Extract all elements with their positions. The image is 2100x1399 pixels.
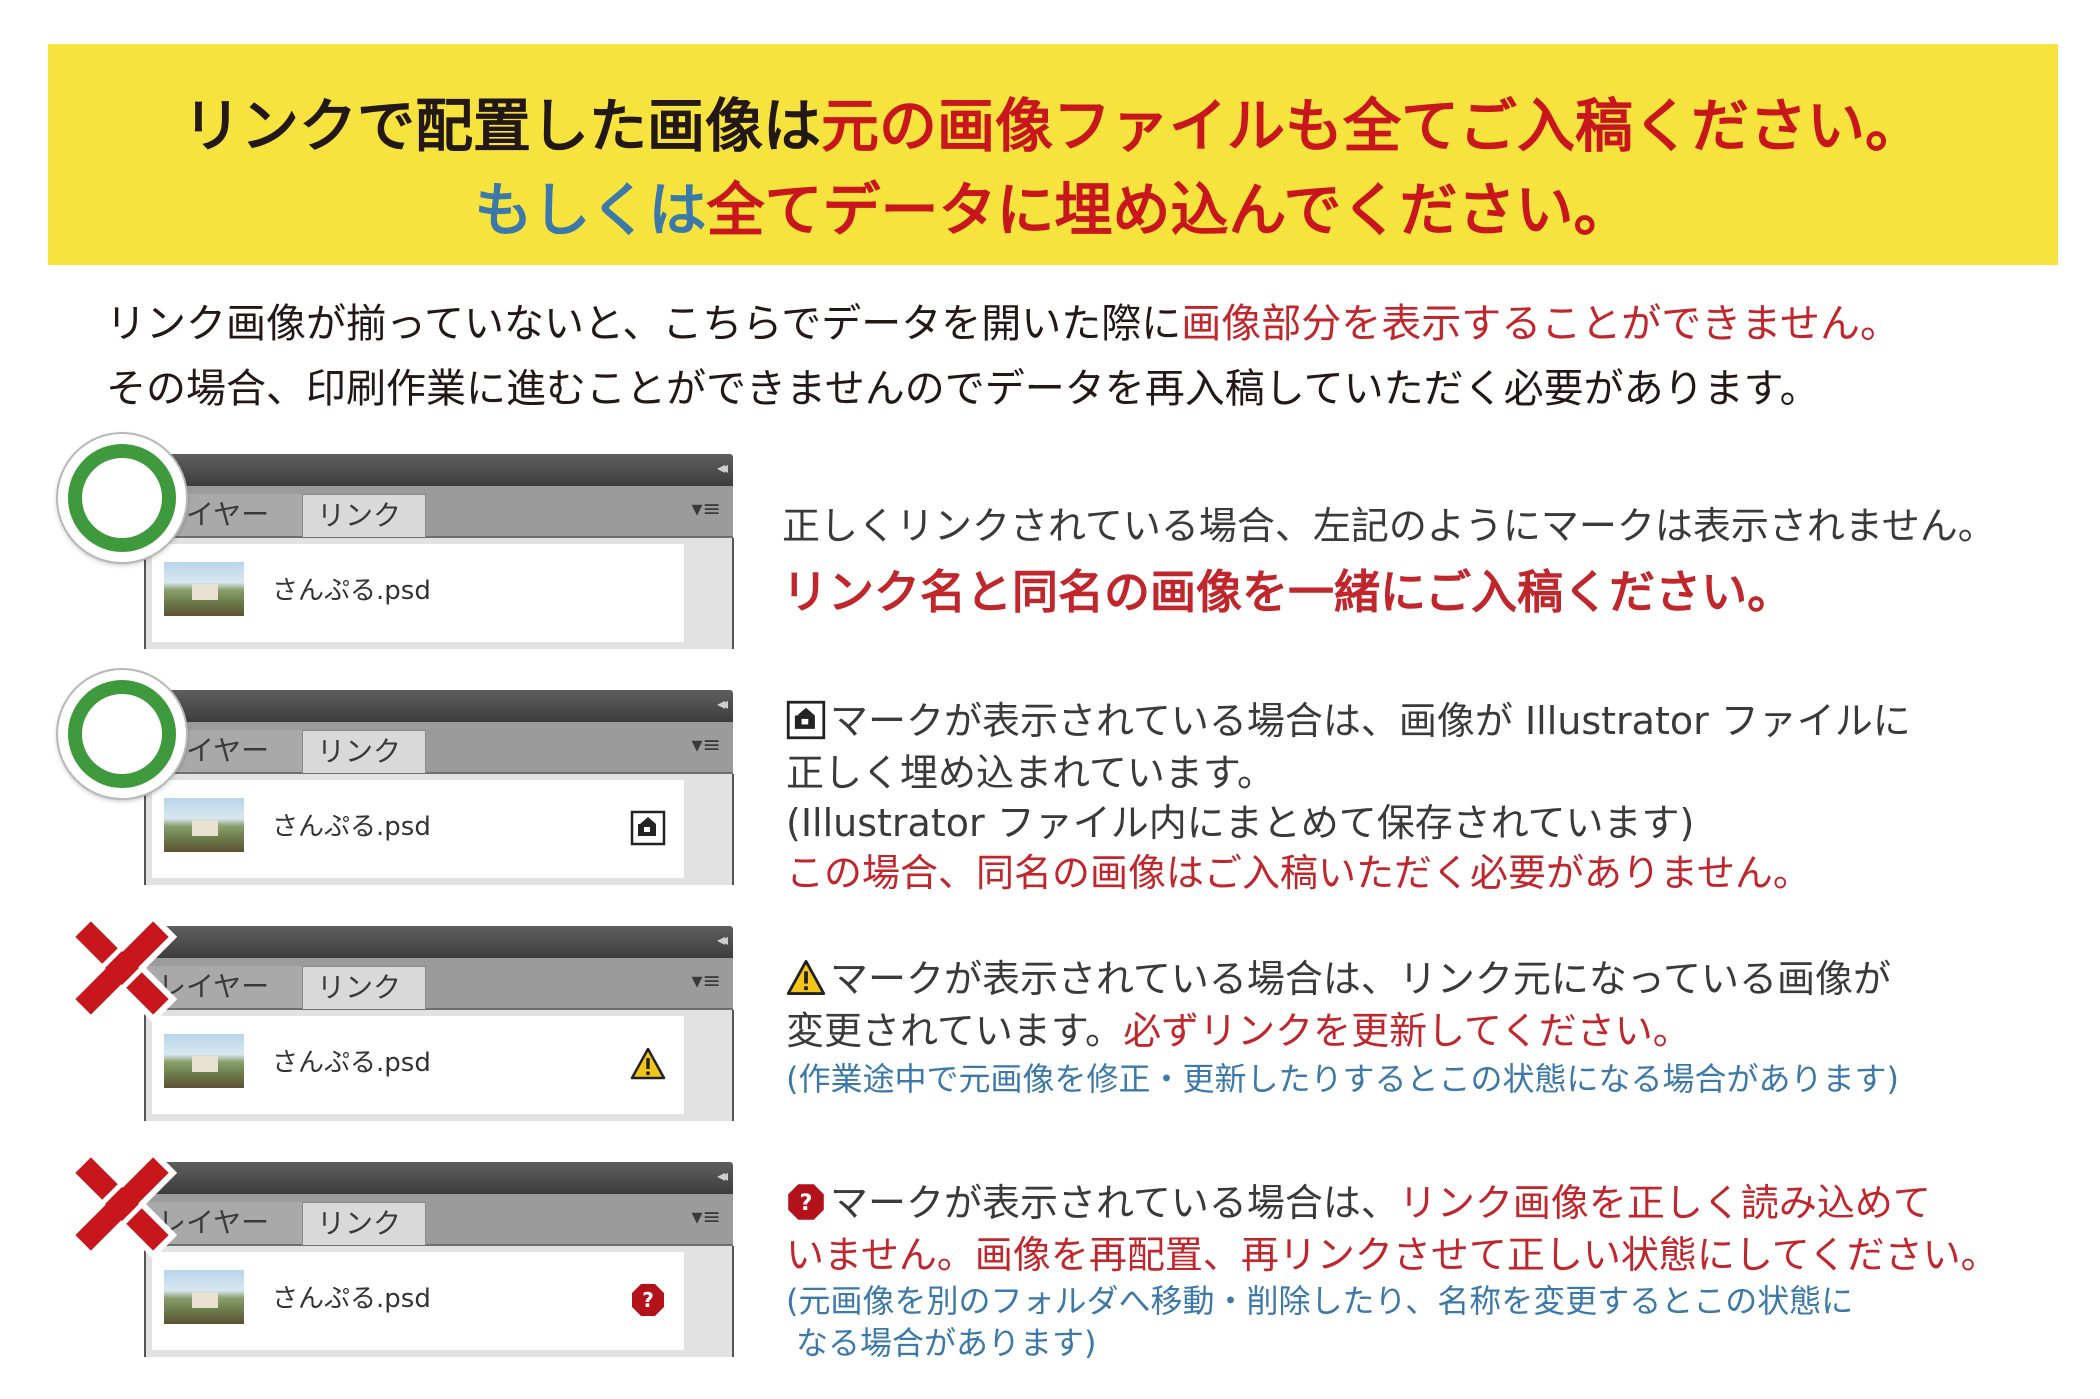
case-1-line-2: リンク名と同名の画像を一緒にご入稿ください。: [782, 565, 1794, 619]
panel-title-bar: ◂◂: [144, 926, 733, 958]
link-file-name[interactable]: さんぷる.psd: [272, 570, 431, 607]
banner-line-1-red: 元の画像ファイルも全てご入稿ください。: [821, 92, 1924, 160]
image-thumbnail: [164, 562, 244, 616]
intro-line-1: リンク画像が揃っていないと、こちらでデータを開いた際に画像部分を表示することがで…: [106, 292, 2036, 357]
link-list: さんぷる.psd ?: [152, 1252, 684, 1350]
svg-text:?: ?: [800, 1190, 813, 1216]
link-file-name[interactable]: さんぷる.psd: [272, 806, 431, 843]
ng-cross-icon: [66, 1148, 178, 1260]
case-3-line-1-text: マークが表示されている場合は、リンク元になっている画像が: [830, 957, 1891, 1001]
case-3-line-2-red: 必ずリンクを更新してください。: [1123, 1009, 1691, 1053]
case-3-line-2: 変更されています。必ずリンクを更新してください。: [786, 1000, 1691, 1055]
case-2-line-1: マークが表示されている場合は、画像が Illustrator ファイルに: [786, 690, 1911, 745]
links-panel-4: ◂◂ レイヤー リンク ▾≡ さんぷる.psd ?: [144, 1162, 734, 1357]
embedded-icon: [630, 810, 666, 846]
tab-links[interactable]: リンク: [302, 494, 426, 537]
case-3-line-3: (作業途中で元画像を修正・更新したりするとこの状態になる場合があります): [786, 1060, 1899, 1098]
missing-link-icon: ?: [788, 1184, 824, 1220]
case-2-line-1-text: マークが表示されている場合は、画像が Illustrator ファイルに: [830, 699, 1911, 743]
embedded-icon: [786, 700, 826, 740]
ok-ring: [68, 444, 176, 552]
case-4-line-4: なる場合があります): [796, 1324, 1097, 1362]
panel-body: さんぷる.psd ?: [144, 1246, 734, 1357]
ok-circle-icon: [58, 670, 186, 798]
links-panel-3: ◂◂ レイヤー リンク ▾≡ さんぷる.psd: [144, 926, 734, 1121]
banner-line-1-black: リンクで配置した画像は: [182, 92, 821, 160]
panel-menu-icon[interactable]: ▾≡: [692, 1204, 721, 1232]
case-2-line-4: この場合、同名の画像はご入稿いただく必要がありません。: [786, 851, 1811, 895]
case-2-line-3: (Illustrator ファイル内にまとめて保存されています): [786, 801, 1695, 845]
intro-line-1-red: 画像部分を表示することができません。: [1181, 301, 1901, 347]
case-4-line-3: (元画像を別のフォルダへ移動・削除したり、名称を変更するとこの状態に: [786, 1282, 1854, 1320]
banner-line-1: リンクで配置した画像は元の画像ファイルも全てご入稿ください。: [48, 87, 2058, 165]
thumbnail-detail: [192, 584, 218, 600]
case-3-line-1: マークが表示されている場合は、リンク元になっている画像が: [786, 948, 1891, 1003]
case-2-line-2: 正しく埋め込まれています。: [786, 751, 1276, 795]
case-3-line-2-black: 変更されています。: [786, 1009, 1124, 1053]
panel-menu-icon[interactable]: ▾≡: [692, 732, 721, 760]
warning-icon: [786, 959, 826, 995]
banner-line-2-blue: もしくは: [474, 176, 707, 244]
panel-title-bar: ◂◂: [144, 454, 733, 486]
panel-body: さんぷる.psd: [144, 1010, 734, 1121]
panel-scrollbar[interactable]: [692, 1010, 732, 1121]
intro-line-1-black: リンク画像が揃っていないと、こちらでデータを開いた際に: [106, 301, 1182, 347]
link-list: さんぷる.psd: [152, 1016, 684, 1114]
tab-links[interactable]: リンク: [302, 730, 426, 773]
case-1-line-1: 正しくリンクされている場合、左記のようにマークは表示されません。: [782, 504, 1996, 548]
tab-links[interactable]: リンク: [302, 966, 426, 1009]
case-4-line-1-black: マークが表示されている場合は、: [830, 1181, 1399, 1225]
case-4-line-1: ? マークが表示されている場合は、リンク画像を正しく読み込めて: [786, 1172, 1931, 1227]
panel-body: さんぷる.psd: [144, 538, 734, 649]
intro-line-2: その場合、印刷作業に進むことができませんのでデータを再入稿していただく必要があり…: [106, 366, 1820, 412]
collapse-icon[interactable]: ◂◂: [717, 458, 728, 477]
collapse-icon[interactable]: ◂◂: [717, 694, 728, 713]
panel-scrollbar[interactable]: [692, 538, 732, 649]
thumbnail-detail: [192, 1292, 218, 1308]
links-panel-1: ◂◂ レイヤー リンク ▾≡ さんぷる.psd: [144, 454, 734, 649]
ok-ring: [68, 680, 176, 788]
image-thumbnail: [164, 1034, 244, 1088]
panel-body: さんぷる.psd: [144, 774, 734, 885]
links-panel-2: ◂◂ レイヤー リンク ▾≡ さんぷる.psd: [144, 690, 734, 885]
collapse-icon[interactable]: ◂◂: [717, 1166, 728, 1185]
banner-line-2-red: 全てデータに埋め込んでください。: [706, 176, 1632, 244]
panel-tab-row: レイヤー リンク ▾≡: [144, 958, 733, 1010]
panel-scrollbar[interactable]: [692, 774, 732, 885]
warning-icon: [630, 1047, 666, 1080]
tab-links[interactable]: リンク: [302, 1202, 426, 1245]
ng-cross-icon: [66, 912, 178, 1024]
headline-banner: リンクで配置した画像は元の画像ファイルも全てご入稿ください。 もしくは全てデータ…: [48, 44, 2058, 265]
link-list: さんぷる.psd: [152, 780, 684, 878]
thumbnail-detail: [192, 1056, 218, 1072]
panel-title-bar: ◂◂: [144, 1162, 733, 1194]
panel-menu-icon[interactable]: ▾≡: [692, 968, 721, 996]
svg-text:?: ?: [642, 1288, 654, 1312]
missing-link-icon: ?: [632, 1284, 664, 1316]
panel-tab-row: レイヤー リンク ▾≡: [144, 1194, 733, 1246]
case-4-line-1-red: リンク画像を正しく読み込めて: [1398, 1181, 1931, 1225]
panel-menu-icon[interactable]: ▾≡: [692, 496, 721, 524]
panel-scrollbar[interactable]: [692, 1246, 732, 1357]
link-file-name[interactable]: さんぷる.psd: [272, 1278, 431, 1315]
case-4-line-2: いません。画像を再配置、再リンクさせて正しい状態にしてください。: [786, 1233, 1999, 1277]
image-thumbnail: [164, 798, 244, 852]
panel-title-bar: ◂◂: [144, 690, 733, 722]
panel-tab-row: レイヤー リンク ▾≡: [144, 486, 733, 538]
panel-tab-row: レイヤー リンク ▾≡: [144, 722, 733, 774]
collapse-icon[interactable]: ◂◂: [717, 930, 728, 949]
link-list: さんぷる.psd: [152, 544, 684, 642]
ok-circle-icon: [58, 434, 186, 562]
thumbnail-detail: [192, 820, 218, 836]
link-file-name[interactable]: さんぷる.psd: [272, 1042, 431, 1079]
image-thumbnail: [164, 1270, 244, 1324]
banner-line-2: もしくは全てデータに埋め込んでください。: [48, 171, 2058, 249]
intro-text: リンク画像が揃っていないと、こちらでデータを開いた際に画像部分を表示することがで…: [106, 292, 2036, 422]
